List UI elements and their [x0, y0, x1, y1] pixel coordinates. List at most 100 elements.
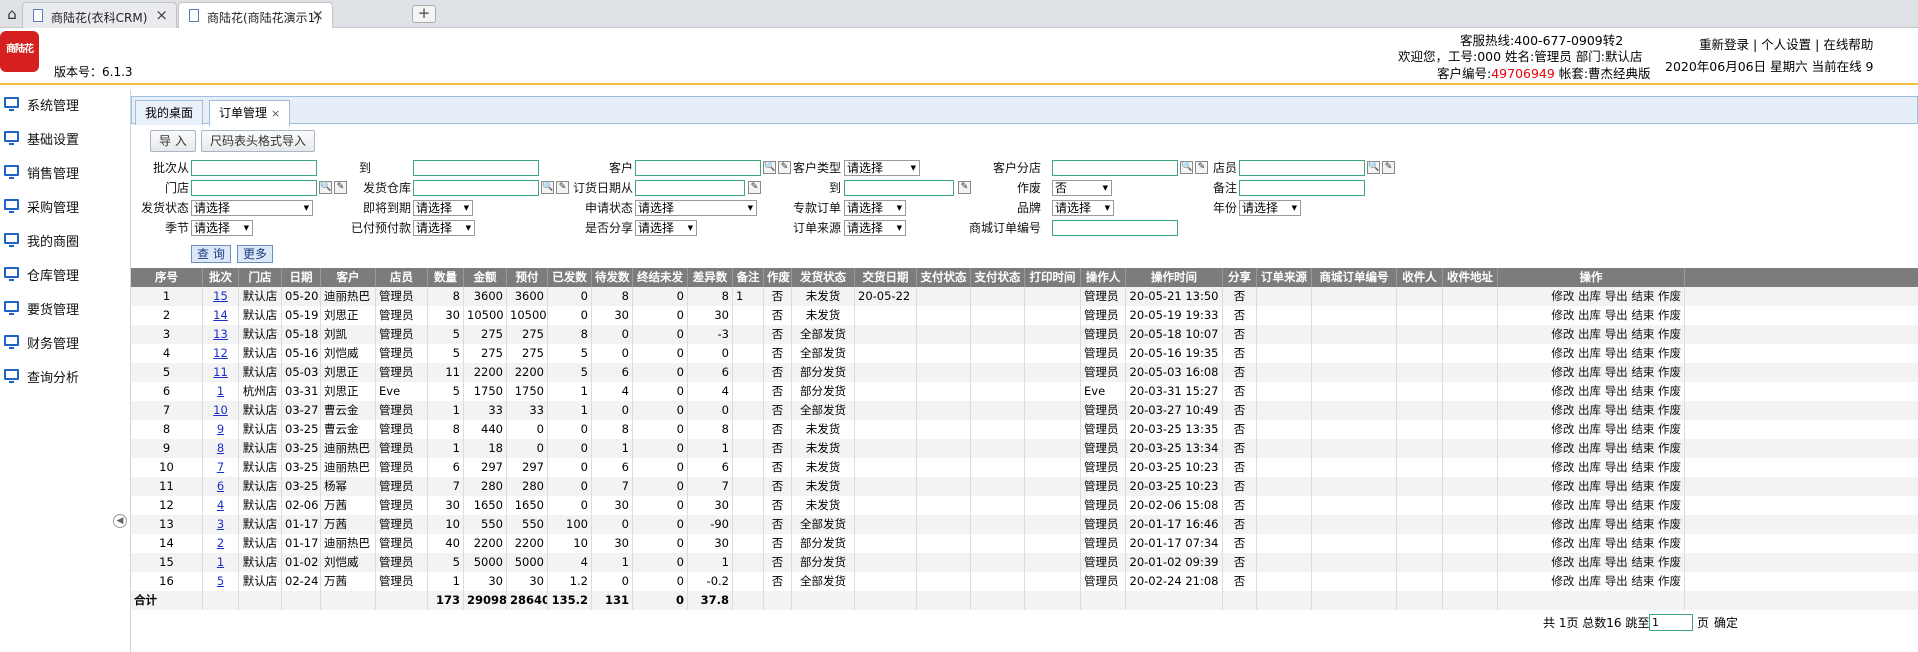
op-link-edit[interactable]: 修改 [1551, 346, 1574, 360]
column-header-ops[interactable]: 操作 [1498, 268, 1685, 287]
op-link-outbound[interactable]: 出库 [1578, 517, 1601, 531]
season-select[interactable]: 请选择 [191, 220, 253, 236]
op-link-finish[interactable]: 结束 [1631, 365, 1654, 379]
due-soon-select[interactable]: 请选择 [413, 200, 473, 216]
op-link-edit[interactable]: 修改 [1551, 574, 1574, 588]
op-link-void[interactable]: 作废 [1658, 384, 1681, 398]
op-link-finish[interactable]: 结束 [1631, 517, 1654, 531]
op-link-void[interactable]: 作废 [1658, 517, 1681, 531]
home-icon[interactable]: ⌂ [2, 4, 22, 24]
table-row[interactable]: 10 7 默认店 03-25 迪丽热巴 管理员 6 297 297 0 6 0 6 否未发货 管理员 20-0… [131, 458, 1918, 477]
op-link-finish[interactable]: 结束 [1631, 479, 1654, 493]
column-header-operator[interactable]: 操作人 [1081, 268, 1126, 287]
batch-link[interactable]: 6 [217, 479, 224, 493]
column-header-pay-status[interactable]: 支付状态 [917, 268, 971, 287]
op-link-void[interactable]: 作废 [1658, 346, 1681, 360]
op-link-edit[interactable]: 修改 [1551, 536, 1574, 550]
customer-input[interactable] [635, 160, 761, 176]
sidebar-item-circle[interactable]: 我的商圈 [0, 226, 130, 260]
column-header-diff[interactable]: 差异数 [688, 268, 733, 287]
op-link-void[interactable]: 作废 [1658, 422, 1681, 436]
table-row[interactable]: 3 13 默认店 05-18 刘凯 管理员 5 275 275 8 0 0 -3 否全部发货 管理员 20-0… [131, 325, 1918, 344]
table-row[interactable]: 16 5 默认店 02-24 万茜 管理员 1 30 30 1.2 0 0 -0.2 否全部发货 管理员 20… [131, 572, 1918, 591]
mall-order-no-input[interactable] [1052, 220, 1178, 236]
more-button[interactable]: 更多 [237, 245, 274, 263]
op-link-outbound[interactable]: 出库 [1578, 308, 1601, 322]
op-link-outbound[interactable]: 出库 [1578, 536, 1601, 550]
sidebar-item-purchase[interactable]: 采购管理 [0, 192, 130, 226]
column-header-seq[interactable]: 序号 [131, 268, 203, 287]
column-header-print-time[interactable]: 打印时间 [1025, 268, 1081, 287]
column-header-shipped[interactable]: 已发数 [548, 268, 592, 287]
op-link-finish[interactable]: 结束 [1631, 422, 1654, 436]
batch-link[interactable]: 1 [217, 384, 224, 398]
column-header-remark[interactable]: 备注 [733, 268, 764, 287]
op-link-void[interactable]: 作废 [1658, 479, 1681, 493]
op-link-outbound[interactable]: 出库 [1578, 289, 1601, 303]
close-icon[interactable]: × [155, 6, 168, 24]
browser-tab-crm[interactable]: 商陆花(衣科CRM) × [22, 2, 177, 28]
sidebar-item-finance[interactable]: 财务管理 [0, 328, 130, 362]
cell-batch[interactable]: 5 [203, 572, 239, 591]
op-link-finish[interactable]: 结束 [1631, 460, 1654, 474]
column-header-store[interactable]: 门店 [239, 268, 282, 287]
op-link-edit[interactable]: 修改 [1551, 384, 1574, 398]
ship-status-select[interactable]: 请选择 [191, 200, 313, 216]
search-icon[interactable]: 🔍 [1180, 161, 1193, 174]
op-link-finish[interactable]: 结束 [1631, 536, 1654, 550]
column-header-ended-unshipped[interactable]: 终结未发 [633, 268, 688, 287]
cell-batch[interactable]: 8 [203, 439, 239, 458]
table-row[interactable]: 13 3 默认店 01-17 万茜 管理员 10 550 550 100 0 0 -90 否全部发货 管理员… [131, 515, 1918, 534]
close-icon[interactable]: × [311, 6, 324, 24]
store-input[interactable] [191, 180, 317, 196]
op-link-edit[interactable]: 修改 [1551, 555, 1574, 569]
cell-batch[interactable]: 14 [203, 306, 239, 325]
op-link-export[interactable]: 导出 [1605, 517, 1628, 531]
prepaid-select[interactable]: 请选择 [413, 220, 475, 236]
column-header-date[interactable]: 日期 [282, 268, 321, 287]
op-link-outbound[interactable]: 出库 [1578, 422, 1601, 436]
close-icon[interactable]: × [271, 107, 280, 120]
op-link-outbound[interactable]: 出库 [1578, 555, 1601, 569]
sidebar-item-basic[interactable]: 基础设置 [0, 124, 130, 158]
order-date-to-input[interactable] [844, 180, 954, 196]
apply-status-select[interactable]: 请选择 [635, 200, 757, 216]
op-link-export[interactable]: 导出 [1605, 289, 1628, 303]
op-link-export[interactable]: 导出 [1605, 555, 1628, 569]
op-link-outbound[interactable]: 出库 [1578, 346, 1601, 360]
op-link-edit[interactable]: 修改 [1551, 441, 1574, 455]
op-link-finish[interactable]: 结束 [1631, 384, 1654, 398]
cell-batch[interactable]: 4 [203, 496, 239, 515]
op-link-outbound[interactable]: 出库 [1578, 460, 1601, 474]
op-link-void[interactable]: 作废 [1658, 498, 1681, 512]
batch-link[interactable]: 7 [217, 460, 224, 474]
sidebar-item-query[interactable]: 查询分析 [0, 362, 130, 396]
tab-my-desktop[interactable]: 我的桌面 [135, 100, 204, 125]
year-select[interactable]: 请选择 [1239, 200, 1301, 216]
column-header-batch[interactable]: 批次 [203, 268, 239, 287]
column-header-address[interactable]: 收件地址 [1443, 268, 1498, 287]
op-link-export[interactable]: 导出 [1605, 479, 1628, 493]
batch-from-input[interactable] [191, 160, 317, 176]
batch-link[interactable]: 2 [217, 536, 224, 550]
cell-batch[interactable]: 15 [203, 287, 239, 306]
pencil-icon[interactable]: ✎ [778, 161, 791, 174]
size-import-button[interactable]: 尺码表头格式导入 [201, 130, 316, 152]
op-link-finish[interactable]: 结束 [1631, 555, 1654, 569]
op-link-void[interactable]: 作废 [1658, 574, 1681, 588]
search-icon[interactable]: 🔍 [763, 161, 776, 174]
column-header-share[interactable]: 分享 [1223, 268, 1257, 287]
brand-select[interactable]: 请选择 [1052, 200, 1114, 216]
table-row[interactable]: 8 9 默认店 03-25 曹云金 管理员 8 440 0 0 8 0 8 否未发货 管理员 20-03-25… [131, 420, 1918, 439]
op-link-void[interactable]: 作废 [1658, 403, 1681, 417]
table-row[interactable]: 7 10 默认店 03-27 曹云金 管理员 1 33 33 1 0 0 0 否全部发货 管理员 20-03-… [131, 401, 1918, 420]
cell-batch[interactable]: 6 [203, 477, 239, 496]
warehouse-input[interactable] [413, 180, 539, 196]
special-order-select[interactable]: 请选择 [844, 200, 906, 216]
op-link-edit[interactable]: 修改 [1551, 422, 1574, 436]
op-link-finish[interactable]: 结束 [1631, 346, 1654, 360]
column-header-delivery-date[interactable]: 交货日期 [855, 268, 917, 287]
column-header-mall-order-no[interactable]: 商城订单编号 [1312, 268, 1397, 287]
op-link-finish[interactable]: 结束 [1631, 308, 1654, 322]
cell-batch[interactable]: 7 [203, 458, 239, 477]
